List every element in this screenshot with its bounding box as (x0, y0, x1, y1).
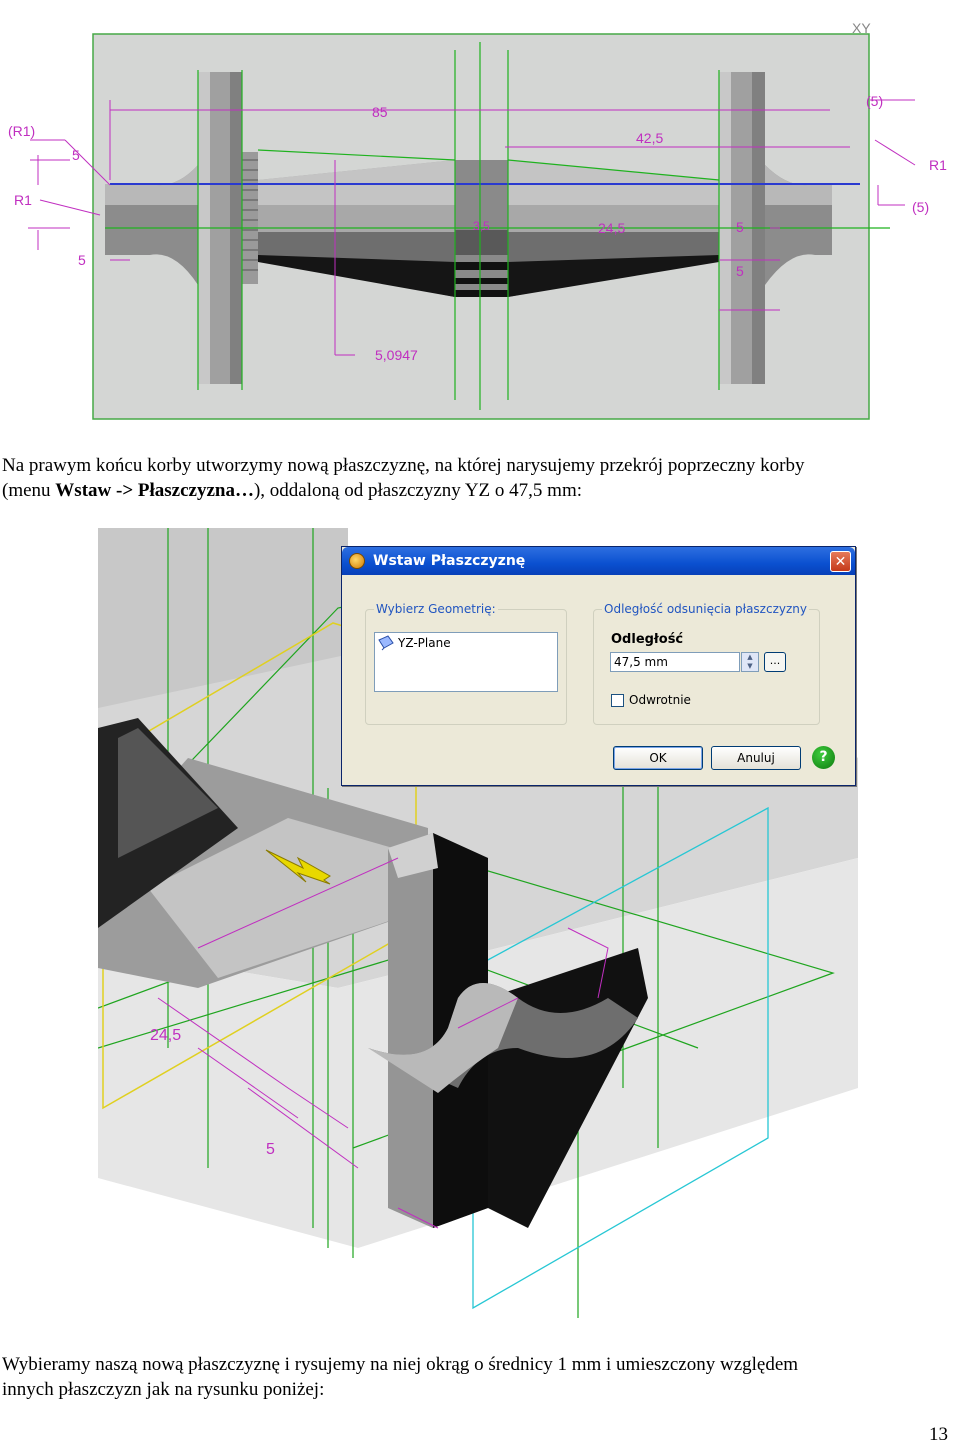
dim-85: 85 (372, 104, 388, 120)
distance-spinner[interactable]: ▲ ▼ (741, 652, 759, 672)
close-button[interactable]: ✕ (830, 551, 851, 572)
figure-1-drawing: XY (R1) 5 R1 5 85 42,5 (5) R1 (5) 24,5 5… (8, 20, 947, 420)
dim-r1-paren-left: (R1) (8, 123, 35, 139)
paragraph-1-line-2: (menu Wstaw -> Płaszczyzna…), oddaloną o… (2, 478, 957, 503)
insert-plane-dialog: Wstaw Płaszczyznę ✕ Wybierz Geometrię: Y… (341, 546, 856, 786)
dim-5-paren-right-b: (5) (912, 199, 929, 215)
list-item-label: YZ-Plane (398, 636, 451, 650)
app-icon (349, 553, 365, 569)
menu-path: Wstaw -> Płaszczyzna… (55, 480, 254, 501)
reverse-checkbox-row[interactable]: Odwrotnie (611, 693, 691, 707)
dim-42-5: 42,5 (636, 130, 663, 146)
select-geometry-legend: Wybierz Geometrię: (374, 602, 498, 616)
figure-1: XY (R1) 5 R1 5 85 42,5 (5) R1 (5) 24,5 5… (0, 0, 960, 440)
dim-24-5: 24,5 (598, 220, 625, 236)
paragraph-1-line-1: Na prawym końcu korby utworzymy nową pła… (2, 455, 805, 476)
help-icon[interactable]: ? (812, 746, 835, 769)
dialog-title: Wstaw Płaszczyznę (373, 553, 526, 569)
line-2-prefix: (menu (2, 480, 56, 501)
dim-5-d: 5 (736, 263, 744, 279)
paragraph-2: Wybieramy naszą nową płaszczyznę i rysuj… (2, 1352, 957, 1402)
page-number: 13 (929, 1424, 948, 1445)
dim-3-5: 3,5 (473, 219, 490, 233)
plane-icon (378, 635, 394, 651)
cancel-button[interactable]: Anuluj (711, 746, 801, 770)
dim-5-a: 5 (72, 147, 80, 163)
reverse-checkbox[interactable] (611, 693, 624, 707)
distance-label: Odległość (611, 632, 684, 647)
dim-5-0947: 5,0947 (375, 347, 418, 363)
fig2-dim-5: 5 (266, 1141, 275, 1158)
list-item[interactable]: YZ-Plane (377, 635, 451, 651)
paragraph-2-line-1: Wybieramy naszą nową płaszczyznę i rysuj… (2, 1354, 799, 1375)
xy-label: XY (852, 20, 871, 36)
dialog-title-bar[interactable]: Wstaw Płaszczyznę (342, 547, 855, 575)
dim-r1-left: R1 (14, 192, 32, 208)
select-geometry-group: Wybierz Geometrię: YZ-Plane (365, 602, 567, 725)
spin-down-button[interactable]: ▼ (742, 662, 758, 671)
dim-5-c: 5 (736, 219, 744, 235)
ok-button[interactable]: OK (613, 746, 703, 770)
dim-r1-right: R1 (929, 157, 947, 173)
paragraph-2-line-2: innych płaszczyzn jak na rysunku poniżej… (2, 1379, 325, 1400)
browse-button[interactable]: ... (764, 652, 786, 672)
offset-distance-legend: Odległość odsunięcia płaszczyzny (602, 602, 809, 616)
fig2-dim-24-5: 24,5 (150, 1027, 181, 1044)
line-2-suffix: ), oddaloną od płaszczyzny YZ o 47,5 mm: (253, 480, 583, 501)
paragraph-1: Na prawym końcu korby utworzymy nową pła… (2, 453, 957, 503)
spin-up-button[interactable]: ▲ (742, 653, 758, 662)
reverse-label: Odwrotnie (629, 693, 691, 707)
distance-input[interactable]: 47,5 mm (610, 652, 740, 672)
geometry-list[interactable]: YZ-Plane (374, 632, 558, 692)
offset-distance-group: Odległość odsunięcia płaszczyzny Odległo… (593, 602, 820, 725)
dim-5-paren-right: (5) (866, 93, 883, 109)
dim-5-b: 5 (78, 252, 86, 268)
